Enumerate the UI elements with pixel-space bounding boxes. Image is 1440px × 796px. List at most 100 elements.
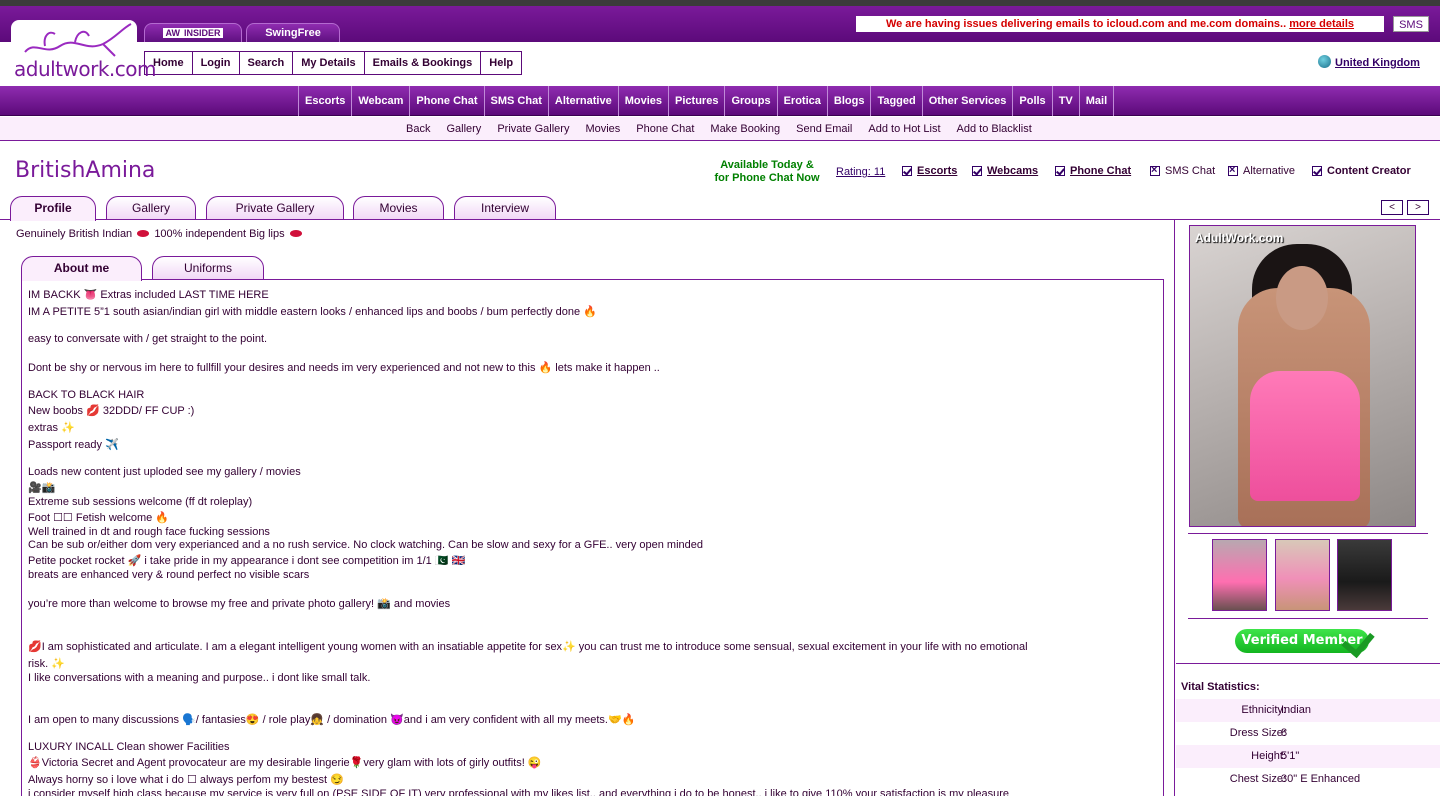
next-profile-button[interactable]: > <box>1407 200 1429 215</box>
vital-statistics-heading: Vital Statistics: <box>1181 681 1260 693</box>
availability-line-1: Available Today & <box>720 159 814 171</box>
profile-action-bar: Back Gallery Private Gallery Movies Phon… <box>0 117 1440 141</box>
profile-content: Genuinely British Indian 100% independen… <box>0 220 1175 796</box>
about-line: Can be sub or/either dom very experiance… <box>28 539 704 551</box>
availability-status: Available Today & for Phone Chat Now <box>702 159 832 185</box>
cat-pictures[interactable]: Pictures <box>669 86 726 116</box>
cat-polls[interactable]: Polls <box>1013 86 1053 116</box>
link-send-email[interactable]: Send Email <box>788 117 860 141</box>
about-line: I like conversations with a meaning and … <box>28 672 371 684</box>
vital-row-chest-size: Chest Size: 30" E Enhanced <box>1176 768 1440 791</box>
tab-profile[interactable]: Profile <box>10 196 96 221</box>
email-notice-text: We are having issues delivering emails t… <box>885 18 1287 30</box>
about-me-panel: IM BACKK 👅 Extras included LAST TIME HER… <box>21 279 1164 796</box>
nav-emails-bookings[interactable]: Emails & Bookings <box>365 52 482 74</box>
vital-key: Ethnicity: <box>1241 704 1286 716</box>
prev-profile-button[interactable]: < <box>1381 200 1403 215</box>
tab-movies[interactable]: Movies <box>353 196 444 220</box>
thumbnail-photo[interactable] <box>1275 539 1330 611</box>
service-phone-chat[interactable]: Phone Chat <box>1055 165 1131 177</box>
photo-face-blur <box>1276 266 1328 330</box>
country-link[interactable]: United Kingdom <box>1335 57 1420 69</box>
service-escorts[interactable]: Escorts <box>902 165 957 177</box>
about-line: 💋I am sophisticated and articulate. I am… <box>28 641 1028 653</box>
about-line: 🎥📸 <box>28 482 56 494</box>
about-line: BACK TO BLACK HAIR <box>28 389 145 401</box>
cat-mail[interactable]: Mail <box>1080 86 1115 116</box>
site-logo[interactable]: adultwork.com <box>11 20 157 86</box>
main-nav-row: Home Login Search My Details Emails & Bo… <box>0 42 1440 86</box>
cat-escorts[interactable]: Escorts <box>299 86 353 116</box>
link-gallery[interactable]: Gallery <box>438 117 489 141</box>
link-private-gallery[interactable]: Private Gallery <box>489 117 577 141</box>
thumbnail-photo[interactable] <box>1337 539 1392 611</box>
nav-my-details[interactable]: My Details <box>293 52 365 74</box>
sidebar-divider <box>1176 663 1440 664</box>
rating-link[interactable]: Rating: 11 <box>836 166 885 178</box>
cat-alternative[interactable]: Alternative <box>549 86 619 116</box>
category-bar: Escorts Webcam Phone Chat SMS Chat Alter… <box>0 86 1440 116</box>
main-nav: Home Login Search My Details Emails & Bo… <box>144 51 523 75</box>
service-webcams[interactable]: Webcams <box>972 165 1038 177</box>
checked-box-icon <box>902 166 912 176</box>
tab-swingfree[interactable]: SwingFree <box>246 23 340 42</box>
link-back[interactable]: Back <box>398 117 438 141</box>
country-selector[interactable]: United Kingdom <box>1318 55 1420 69</box>
profile-name: BritishAmina <box>15 158 156 183</box>
link-movies[interactable]: Movies <box>577 117 628 141</box>
tab-about-me[interactable]: About me <box>21 256 142 281</box>
globe-icon <box>1318 55 1331 68</box>
service-label: Webcams <box>987 165 1039 177</box>
cat-movies[interactable]: Movies <box>619 86 670 116</box>
vital-row-height: Height: 5'1" <box>1176 745 1440 768</box>
vital-row-dress-size: Dress Size: 8 <box>1176 722 1440 745</box>
profile-tagline: Genuinely British Indian 100% independen… <box>16 228 304 240</box>
link-add-blacklist[interactable]: Add to Blacklist <box>949 117 1040 141</box>
main-profile-photo[interactable]: AdultWork.com <box>1189 225 1416 527</box>
profile-sidebar: AdultWork.com Verified Member Vital Stat… <box>1176 220 1440 796</box>
checked-box-icon <box>1055 166 1065 176</box>
unchecked-box-icon <box>1228 164 1238 176</box>
more-details-link[interactable]: more details <box>1289 18 1354 30</box>
cat-other-services[interactable]: Other Services <box>923 86 1014 116</box>
cat-phone-chat[interactable]: Phone Chat <box>410 86 485 116</box>
about-line: Petite pocket rocket 🚀 i take pride in m… <box>28 555 466 567</box>
service-sms-chat: SMS Chat <box>1150 164 1216 177</box>
cat-groups[interactable]: Groups <box>725 86 778 116</box>
link-add-hot-list[interactable]: Add to Hot List <box>860 117 948 141</box>
vital-value: Indian <box>1281 704 1311 716</box>
service-label: Content Creator <box>1327 165 1411 177</box>
about-line: Dont be shy or nervous im here to fullfi… <box>28 362 660 374</box>
tab-aw-insider[interactable]: AW INSIDER <box>144 23 242 42</box>
about-line: IM BACKK 👅 Extras included LAST TIME HER… <box>28 289 269 301</box>
vital-key: Dress Size: <box>1229 727 1286 739</box>
cat-tagged[interactable]: Tagged <box>871 86 923 116</box>
cat-blogs[interactable]: Blogs <box>828 86 872 116</box>
cat-erotica[interactable]: Erotica <box>778 86 828 116</box>
service-label: Phone Chat <box>1070 165 1132 177</box>
tab-gallery[interactable]: Gallery <box>106 196 196 220</box>
link-make-booking[interactable]: Make Booking <box>702 117 788 141</box>
link-phone-chat[interactable]: Phone Chat <box>628 117 702 141</box>
about-line: extras ✨ <box>28 422 75 434</box>
cat-sms-chat[interactable]: SMS Chat <box>485 86 549 116</box>
nav-help[interactable]: Help <box>481 52 521 74</box>
tab-private-gallery[interactable]: Private Gallery <box>206 196 344 220</box>
thumbnail-photo[interactable] <box>1212 539 1267 611</box>
nav-search[interactable]: Search <box>240 52 294 74</box>
cat-tv[interactable]: TV <box>1053 86 1080 116</box>
cat-webcam[interactable]: Webcam <box>352 86 411 116</box>
photo-lingerie-shape <box>1250 371 1360 501</box>
checked-box-icon <box>972 166 982 176</box>
tab-uniforms[interactable]: Uniforms <box>152 256 264 280</box>
photo-watermark: AdultWork.com <box>1195 231 1284 245</box>
thumbnail-strip <box>1188 533 1428 619</box>
vital-value: 5'1" <box>1281 750 1300 762</box>
tab-interview[interactable]: Interview <box>454 196 556 220</box>
about-line: Extreme sub sessions welcome (ff dt role… <box>28 496 253 508</box>
lips-icon <box>289 230 302 237</box>
service-label: SMS Chat <box>1165 165 1216 177</box>
sms-button[interactable]: SMS <box>1393 16 1429 32</box>
nav-login[interactable]: Login <box>193 52 240 74</box>
availability-line-2: for Phone Chat Now <box>714 172 820 184</box>
